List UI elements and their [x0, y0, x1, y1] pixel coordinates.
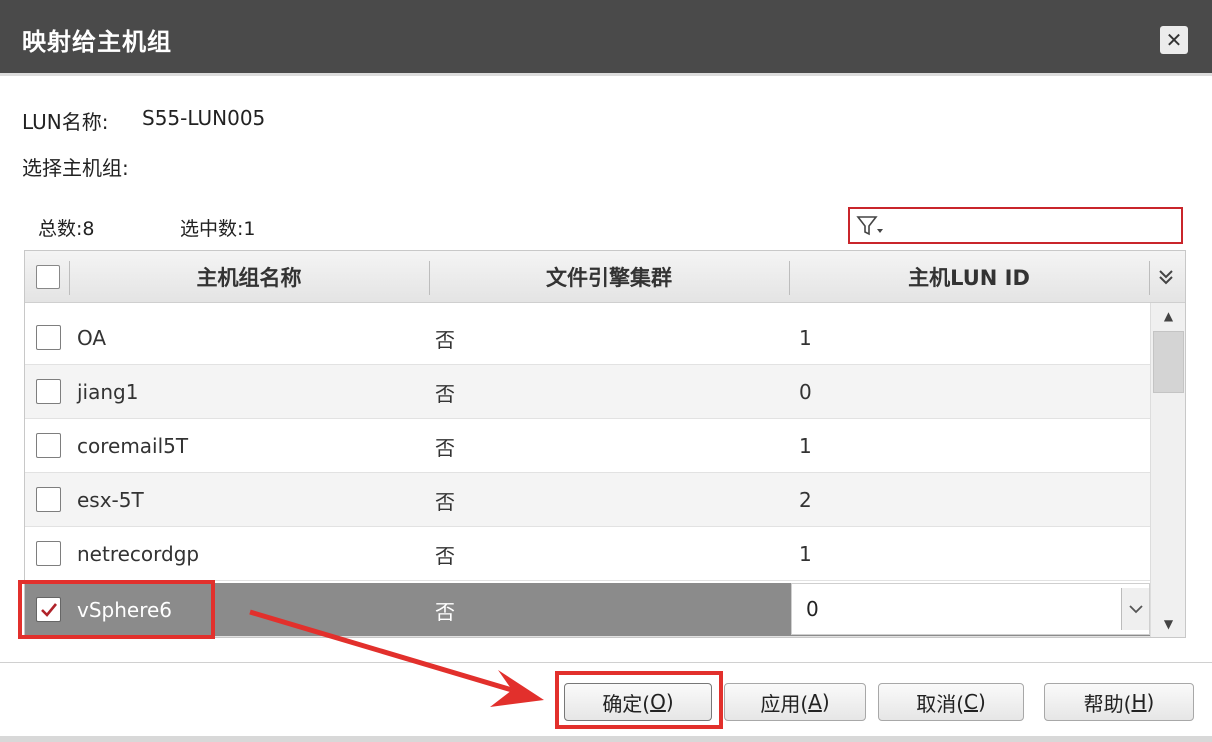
scroll-down-arrow-icon[interactable]: ▼	[1151, 611, 1185, 637]
host-group-name: coremail5T	[77, 434, 189, 458]
help-button-close: )	[1146, 690, 1155, 714]
table-header: 主机组名称 文件引擎集群 主机LUN ID	[25, 251, 1185, 303]
row-checkbox[interactable]	[36, 433, 61, 458]
row-checkbox[interactable]	[36, 541, 61, 566]
table-row[interactable]: esx-5T 否 2	[25, 473, 1150, 527]
host-group-table: 主机组名称 文件引擎集群 主机LUN ID OA 否 1 jiang1 否 0 …	[24, 250, 1186, 638]
ok-button[interactable]: 确定(O)	[564, 683, 712, 721]
host-lun-id: 2	[799, 488, 812, 512]
host-lun-id: 1	[799, 326, 812, 350]
host-lun-id: 1	[799, 434, 812, 458]
host-group-name: esx-5T	[77, 488, 144, 512]
ok-button-accel: O	[650, 690, 666, 714]
cancel-button-close: )	[977, 690, 986, 714]
table-row[interactable]: jiang1 否 0	[25, 365, 1150, 419]
host-lun-id-select[interactable]: 0	[791, 583, 1150, 635]
scroll-up-arrow-icon[interactable]: ▲	[1151, 303, 1185, 329]
expand-columns-icon[interactable]	[1153, 263, 1179, 291]
row-checkbox[interactable]	[36, 487, 61, 512]
host-group-name: OA	[77, 326, 107, 350]
column-divider	[1149, 261, 1150, 295]
column-header-cluster[interactable]: 文件引擎集群	[429, 251, 789, 303]
file-engine-cluster: 否	[435, 543, 455, 568]
selected-count: 选中数:1	[180, 218, 256, 240]
file-engine-cluster: 否	[435, 381, 455, 406]
help-button[interactable]: 帮助(H)	[1044, 683, 1194, 721]
cancel-button-accel: C	[964, 690, 978, 714]
help-button-label: 帮助(	[1083, 691, 1132, 716]
file-engine-cluster: 否	[435, 599, 455, 624]
column-header-lun-id[interactable]: 主机LUN ID	[789, 251, 1149, 303]
dialog-titlebar: 映射给主机组 ✕	[0, 0, 1212, 76]
chevron-down-icon[interactable]	[1121, 588, 1149, 630]
table-row[interactable]: OA 否 1	[25, 311, 1150, 365]
table-row[interactable]: netrecordgp 否 1	[25, 527, 1150, 581]
host-group-name: jiang1	[77, 380, 139, 404]
close-icon[interactable]: ✕	[1160, 26, 1188, 54]
file-engine-cluster: 否	[435, 327, 455, 352]
lun-name-value: S55-LUN005	[142, 106, 266, 130]
host-group-name: vSphere6	[77, 598, 173, 622]
bottom-strip	[0, 736, 1212, 742]
host-group-name: netrecordgp	[77, 542, 200, 566]
apply-button-label: 应用(	[760, 691, 809, 716]
apply-button-close: )	[821, 690, 830, 714]
ok-button-label: 确定(	[602, 691, 651, 716]
host-lun-id: 0	[799, 380, 812, 404]
total-count: 总数:8	[38, 218, 95, 240]
dialog-title: 映射给主机组	[22, 28, 172, 56]
ok-button-close: )	[665, 690, 674, 714]
vertical-scrollbar[interactable]: ▲ ▼	[1150, 303, 1185, 637]
apply-button[interactable]: 应用(A)	[724, 683, 866, 721]
row-checkbox[interactable]	[36, 325, 61, 350]
cancel-button-label: 取消(	[916, 691, 965, 716]
table-row[interactable]: coremail5T 否 1	[25, 419, 1150, 473]
row-checkbox[interactable]	[36, 379, 61, 404]
lun-name-label: LUN名称:	[22, 110, 109, 134]
column-header-name[interactable]: 主机组名称	[69, 251, 429, 303]
file-engine-cluster: 否	[435, 435, 455, 460]
host-lun-id: 1	[799, 542, 812, 566]
select-all-checkbox[interactable]	[36, 265, 60, 289]
filter-input[interactable]	[848, 207, 1183, 244]
select-host-group-label: 选择主机组:	[22, 156, 129, 180]
file-engine-cluster: 否	[435, 489, 455, 514]
filter-icon[interactable]	[856, 215, 886, 237]
apply-button-accel: A	[808, 690, 822, 714]
checkmark-icon	[40, 602, 57, 617]
help-button-accel: H	[1131, 690, 1147, 714]
cancel-button[interactable]: 取消(C)	[878, 683, 1024, 721]
host-lun-id-select-value: 0	[806, 597, 819, 621]
row-checkbox-checked[interactable]	[36, 597, 61, 622]
scroll-thumb[interactable]	[1153, 331, 1184, 393]
table-row-selected[interactable]: vSphere6 否 0	[25, 583, 1150, 637]
footer-divider	[0, 662, 1212, 663]
